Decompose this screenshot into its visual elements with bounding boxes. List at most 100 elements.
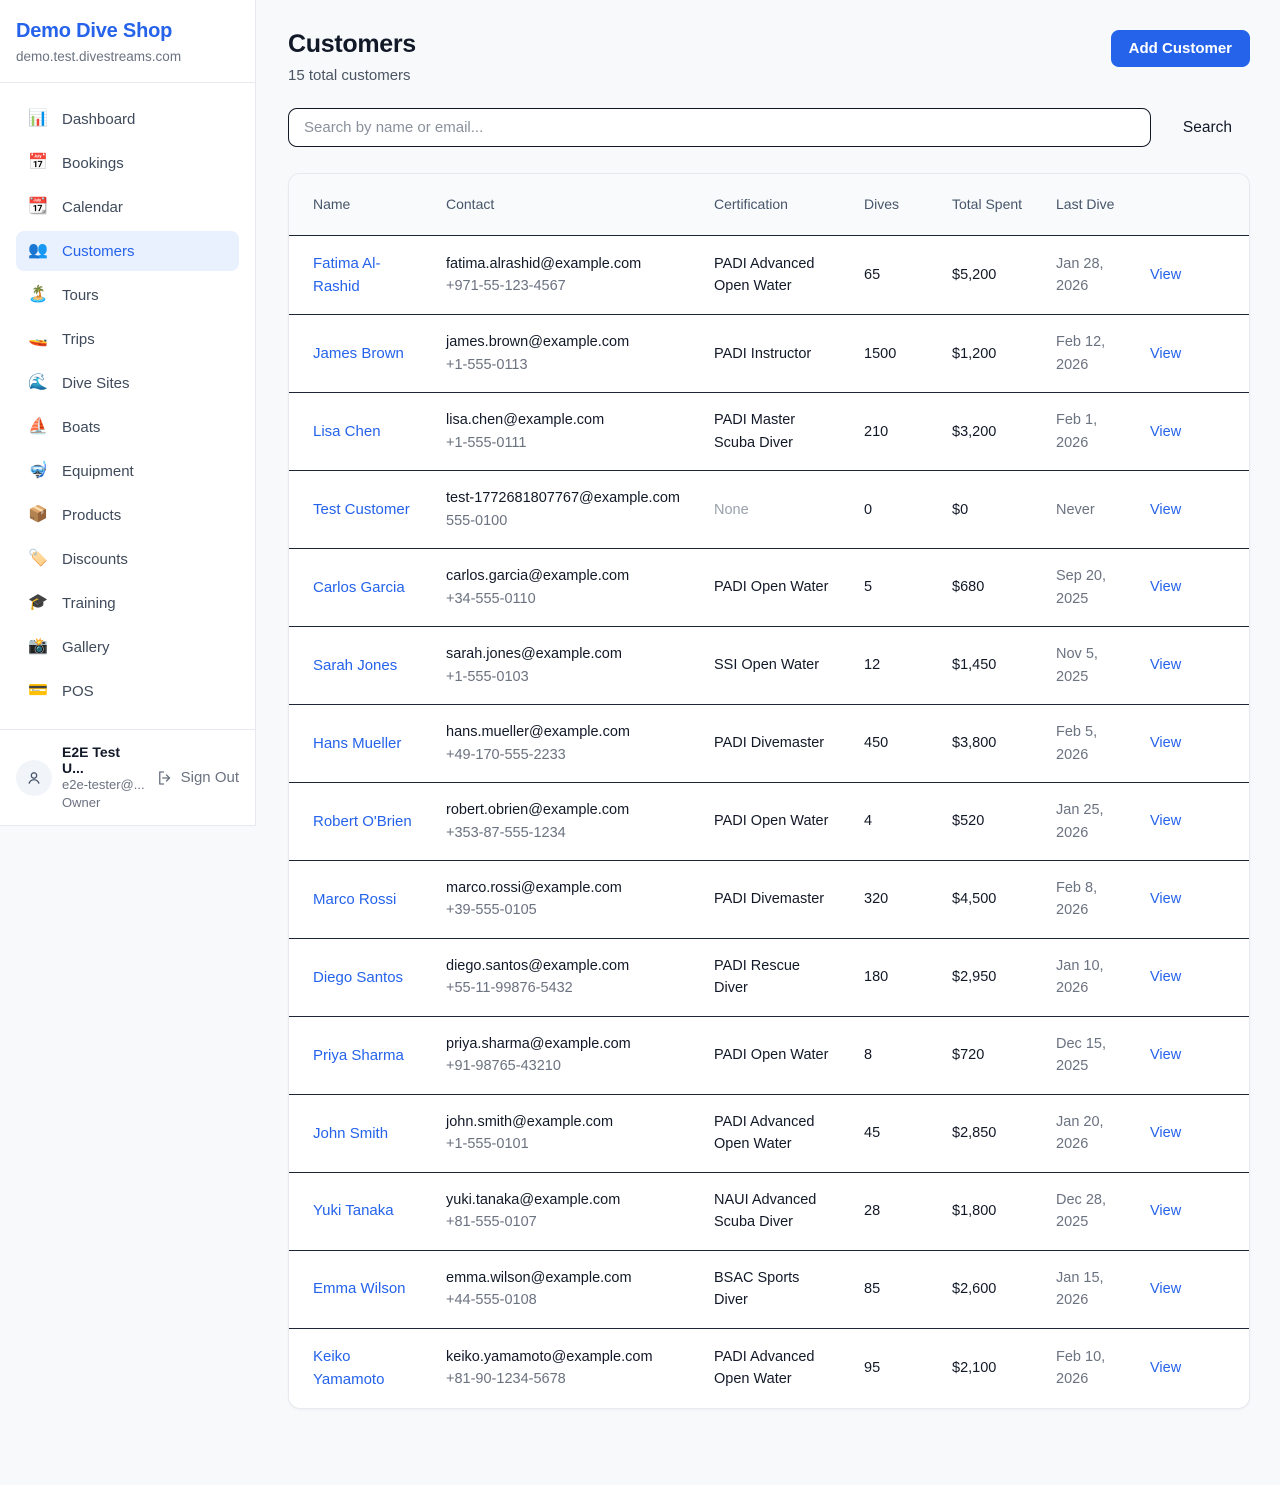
- add-customer-button[interactable]: Add Customer: [1111, 30, 1250, 67]
- customer-phone: +34-555-0110: [446, 588, 682, 610]
- view-customer-link[interactable]: View: [1150, 657, 1181, 673]
- customer-certification: PADI Open Water: [698, 549, 848, 627]
- customer-name-cell: Hans Mueller: [289, 705, 430, 783]
- customer-dives: 95: [848, 1328, 936, 1407]
- table-header-row: NameContactCertificationDivesTotal Spent…: [289, 174, 1249, 235]
- customer-action-cell: View: [1138, 471, 1249, 549]
- search-input[interactable]: [288, 108, 1151, 147]
- customer-action-cell: View: [1138, 235, 1249, 315]
- sidebar-item-products[interactable]: 📦Products: [16, 495, 239, 535]
- customer-name-link[interactable]: Diego Santos: [313, 969, 403, 986]
- customer-contact-cell: yuki.tanaka@example.com+81-555-0107: [430, 1172, 698, 1250]
- customer-name-link[interactable]: Priya Sharma: [313, 1047, 404, 1064]
- sidebar-item-training[interactable]: 🎓Training: [16, 583, 239, 623]
- sidebar-item-calendar[interactable]: 📆Calendar: [16, 187, 239, 227]
- table-row: Fatima Al-Rashidfatima.alrashid@example.…: [289, 235, 1249, 315]
- discounts-icon: 🏷️: [27, 551, 49, 567]
- view-customer-link[interactable]: View: [1150, 502, 1181, 518]
- customer-name-link[interactable]: Lisa Chen: [313, 423, 381, 440]
- customer-contact-cell: marco.rossi@example.com+39-555-0105: [430, 861, 698, 939]
- view-customer-link[interactable]: View: [1150, 1281, 1181, 1297]
- customer-email: sarah.jones@example.com: [446, 643, 682, 665]
- view-customer-link[interactable]: View: [1150, 1125, 1181, 1141]
- customer-phone: +44-555-0108: [446, 1289, 682, 1311]
- customer-name-link[interactable]: Hans Mueller: [313, 735, 401, 752]
- view-customer-link[interactable]: View: [1150, 735, 1181, 751]
- view-customer-link[interactable]: View: [1150, 579, 1181, 595]
- total-customers-count: 15 total customers: [288, 67, 416, 84]
- customer-name-link[interactable]: Carlos Garcia: [313, 579, 405, 596]
- customer-dives: 1500: [848, 315, 936, 393]
- sidebar-item-pos[interactable]: 💳POS: [16, 671, 239, 711]
- trips-icon: 🚤: [27, 331, 49, 347]
- sidebar-item-label: Dive Sites: [62, 375, 130, 392]
- customer-last-dive: Jan 25, 2026: [1040, 783, 1138, 861]
- customer-name-link[interactable]: Fatima Al-Rashid: [313, 255, 381, 295]
- table-row: Hans Muellerhans.mueller@example.com+49-…: [289, 705, 1249, 783]
- customer-name-link[interactable]: John Smith: [313, 1125, 388, 1142]
- view-customer-link[interactable]: View: [1150, 267, 1181, 283]
- customer-email: robert.obrien@example.com: [446, 799, 682, 821]
- customer-name-link[interactable]: Sarah Jones: [313, 657, 397, 674]
- customer-email: priya.sharma@example.com: [446, 1033, 682, 1055]
- shop-title: Demo Dive Shop: [16, 20, 239, 43]
- customer-last-dive: Feb 1, 2026: [1040, 393, 1138, 471]
- customer-name-cell: James Brown: [289, 315, 430, 393]
- user-meta: E2E Test U... e2e-tester@... Owner: [62, 744, 146, 811]
- view-customer-link[interactable]: View: [1150, 1047, 1181, 1063]
- customer-last-dive: Dec 15, 2025: [1040, 1016, 1138, 1094]
- sidebar-item-discounts[interactable]: 🏷️Discounts: [16, 539, 239, 579]
- customer-email: lisa.chen@example.com: [446, 409, 682, 431]
- customer-name-link[interactable]: Emma Wilson: [313, 1280, 406, 1297]
- customer-certification: PADI Advanced Open Water: [698, 1328, 848, 1407]
- customer-certification: PADI Open Water: [698, 783, 848, 861]
- customer-certification: BSAC Sports Diver: [698, 1250, 848, 1328]
- table-row: Robert O'Brienrobert.obrien@example.com+…: [289, 783, 1249, 861]
- customer-dives: 4: [848, 783, 936, 861]
- view-customer-link[interactable]: View: [1150, 1360, 1181, 1376]
- customers-icon: 👥: [27, 243, 49, 259]
- customer-name-cell: Robert O'Brien: [289, 783, 430, 861]
- customer-name-cell: Emma Wilson: [289, 1250, 430, 1328]
- table-body: Fatima Al-Rashidfatima.alrashid@example.…: [289, 235, 1249, 1408]
- shop-domain: demo.test.divestreams.com: [16, 49, 239, 64]
- view-customer-link[interactable]: View: [1150, 891, 1181, 907]
- view-customer-link[interactable]: View: [1150, 346, 1181, 362]
- customer-name-cell: Lisa Chen: [289, 393, 430, 471]
- sidebar-item-tours[interactable]: 🏝️Tours: [16, 275, 239, 315]
- view-customer-link[interactable]: View: [1150, 969, 1181, 985]
- table-row: Yuki Tanaka yuki.tanaka@example.com+81-55…: [289, 1172, 1249, 1250]
- customer-name-link[interactable]: Robert O'Brien: [313, 813, 412, 830]
- customer-certification: PADI Master Scuba Diver: [698, 393, 848, 471]
- customer-name-cell: Diego Santos: [289, 938, 430, 1016]
- customer-name-link[interactable]: Marco Rossi: [313, 891, 396, 908]
- customer-name-link[interactable]: Keiko Yamamoto: [313, 1348, 384, 1388]
- customer-name-link[interactable]: Test Customer: [313, 501, 410, 518]
- sidebar-item-trips[interactable]: 🚤Trips: [16, 319, 239, 359]
- view-customer-link[interactable]: View: [1150, 424, 1181, 440]
- customer-certification: PADI Divemaster: [698, 861, 848, 939]
- sidebar-item-gallery[interactable]: 📸Gallery: [16, 627, 239, 667]
- sidebar-item-boats[interactable]: ⛵Boats: [16, 407, 239, 447]
- search-button[interactable]: Search: [1165, 111, 1250, 145]
- sidebar-item-dive-sites[interactable]: 🌊Dive Sites: [16, 363, 239, 403]
- view-customer-link[interactable]: View: [1150, 1203, 1181, 1219]
- customer-last-dive: Dec 28, 2025: [1040, 1172, 1138, 1250]
- view-customer-link[interactable]: View: [1150, 813, 1181, 829]
- sidebar-item-equipment[interactable]: 🤿Equipment: [16, 451, 239, 491]
- customer-phone: +49-170-555-2233: [446, 744, 682, 766]
- training-icon: 🎓: [27, 595, 49, 611]
- column-header-certification: Certification: [698, 174, 848, 235]
- sidebar-item-bookings[interactable]: 📅Bookings: [16, 143, 239, 183]
- customer-last-dive: Feb 8, 2026: [1040, 861, 1138, 939]
- sidebar-item-dashboard[interactable]: 📊Dashboard: [16, 99, 239, 139]
- customer-name-link[interactable]: James Brown: [313, 345, 404, 362]
- page-header: Customers 15 total customers Add Custome…: [288, 30, 1250, 84]
- sidebar-item-customers[interactable]: 👥Customers: [16, 231, 239, 271]
- customer-last-dive: Jan 20, 2026: [1040, 1094, 1138, 1172]
- customer-name-link[interactable]: Yuki Tanaka: [313, 1202, 394, 1219]
- sidebar-item-label: POS: [62, 683, 94, 700]
- customer-last-dive: Feb 10, 2026: [1040, 1328, 1138, 1407]
- customer-certification: PADI Rescue Diver: [698, 938, 848, 1016]
- sign-out-button[interactable]: Sign Out: [156, 769, 239, 787]
